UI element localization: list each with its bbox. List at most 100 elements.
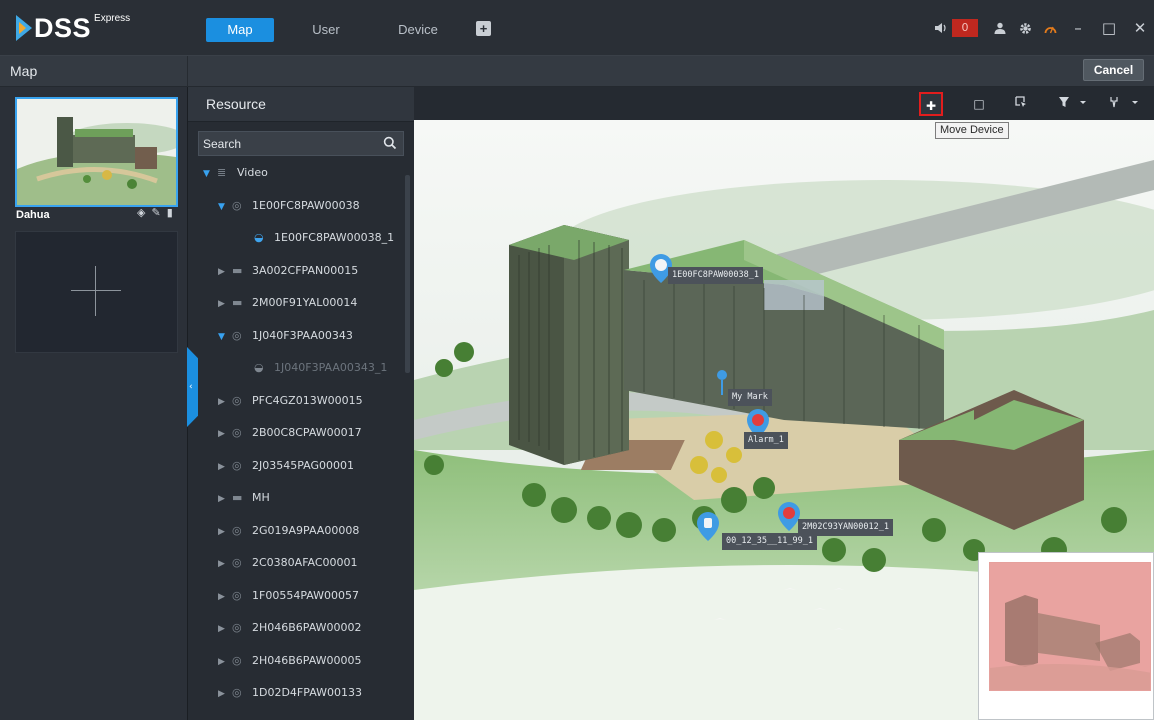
- tree-node[interactable]: ▶ ◎ 2J03545PAG00001: [218, 451, 354, 481]
- tree-node[interactable]: ▶ ◎ 2H046B6PAW00005: [218, 646, 362, 676]
- edit-icon[interactable]: ✎: [151, 206, 160, 219]
- tree-node[interactable]: ▼ ≣ Video: [203, 158, 268, 188]
- tree-node[interactable]: ▶ ◎ PFC4GZ013W00015: [218, 386, 363, 416]
- chevron-down-icon[interactable]: ▼: [218, 322, 232, 352]
- overview-minimap[interactable]: [978, 552, 1154, 720]
- tree-node-label: 1D02D4FPAW00133: [252, 686, 362, 699]
- cancel-button[interactable]: Cancel: [1083, 59, 1144, 81]
- add-tab-button[interactable]: +: [476, 21, 491, 36]
- tree-node-label: 2H046B6PAW00005: [252, 653, 362, 667]
- tab-device[interactable]: Device: [388, 18, 448, 42]
- tree-node[interactable]: ▶ ◎ 2C0380AFAC00001: [218, 548, 358, 578]
- maximize-icon[interactable]: □: [1095, 17, 1123, 39]
- logo-brand: DSS: [34, 13, 92, 43]
- search-box: [198, 131, 404, 156]
- dome-camera-icon: ◒: [254, 361, 264, 374]
- tree-node-label: 1F00554PAW00057: [252, 588, 360, 602]
- tree-scrollbar[interactable]: [405, 175, 410, 373]
- tree-node[interactable]: ▶ ▬ 2M00F91YAL00014: [218, 288, 357, 318]
- tree-node-label: 1J040F3PAA00343: [252, 328, 353, 342]
- chevron-right-icon[interactable]: ▶: [218, 452, 232, 482]
- tree-node-label: Video: [237, 166, 268, 179]
- viewport-indicator[interactable]: [989, 562, 1151, 691]
- tree-node-label: 1J040F3PAA00343_1: [274, 361, 388, 374]
- map-header-bar: Map Cancel: [0, 56, 1154, 87]
- chevron-right-icon[interactable]: ▶: [218, 517, 232, 547]
- tag-icon[interactable]: ◈: [137, 206, 145, 219]
- map-marker-label[interactable]: My Mark: [728, 389, 772, 406]
- speaker-icon[interactable]: [930, 17, 952, 39]
- tree-node-label: 1E00FC8PAW00038: [252, 198, 360, 212]
- tree-node[interactable]: ◒ 1J040F3PAA00343_1: [240, 353, 387, 383]
- resource-panel: Resource ▼≣Video▼◎1E00FC8PAW00038◒1E00FC…: [188, 87, 414, 720]
- nvr-icon: ▬: [232, 296, 243, 309]
- tree-node-label: 2M00F91YAL00014: [252, 296, 358, 309]
- title-bar: DSS Express Map User Device + 0 – □ ✕: [0, 0, 1154, 56]
- user-icon[interactable]: [989, 17, 1011, 39]
- camera-device-icon: ◎: [232, 523, 242, 537]
- rectangle-select-icon[interactable]: □: [967, 92, 991, 116]
- dome-camera-icon: ◒: [254, 231, 264, 244]
- tab-map[interactable]: Map: [206, 18, 274, 42]
- search-icon[interactable]: [383, 136, 397, 150]
- chevron-right-icon[interactable]: ▶: [218, 387, 232, 417]
- alarm-count-badge[interactable]: 0: [952, 19, 978, 37]
- chevron-right-icon[interactable]: ▶: [218, 419, 232, 449]
- camera-device-icon: ◎: [232, 621, 242, 634]
- camera-device-icon: ◎: [232, 198, 242, 212]
- tab-user[interactable]: User: [298, 18, 354, 42]
- map-list-panel: Dahua ◈ ✎ ▮: [0, 87, 188, 720]
- tree-node[interactable]: ▶ ◎ 2H046B6PAW00002: [218, 613, 362, 643]
- tree-node[interactable]: ▶ ◎ 2G019A9PAA00008: [218, 516, 359, 546]
- tree-node[interactable]: ◒ 1E00FC8PAW00038_1: [240, 223, 394, 253]
- tree-node[interactable]: ▶ ◎ 1D02D4FPAW00133: [218, 678, 362, 708]
- tree-node-label: PFC4GZ013W00015: [252, 393, 363, 407]
- chevron-right-icon[interactable]: ▶: [218, 679, 232, 709]
- chevron-down-icon[interactable]: ▼: [218, 192, 232, 222]
- chevron-right-icon[interactable]: ▶: [218, 484, 232, 514]
- map-toolbar: ✚ □: [414, 87, 1154, 120]
- chevron-right-icon[interactable]: ▶: [218, 549, 232, 579]
- move-device-button[interactable]: ✚: [919, 92, 943, 116]
- camera-device-icon: ◎: [232, 588, 242, 602]
- camera-device-icon: ◎: [232, 653, 242, 667]
- minimize-icon[interactable]: –: [1064, 17, 1092, 39]
- delete-icon[interactable]: ▮: [167, 206, 173, 219]
- filter-dropdown[interactable]: [1054, 92, 1092, 116]
- chevron-right-icon[interactable]: ▶: [218, 582, 232, 612]
- map-thumbnail-image: [17, 99, 176, 205]
- map-marker-label[interactable]: Alarm_1: [744, 432, 788, 449]
- tree-node-label: 1E00FC8PAW00038_1: [274, 231, 395, 244]
- tree-node[interactable]: ▼ ◎ 1E00FC8PAW00038: [218, 191, 360, 221]
- title-bar-tools: 0 – □ ✕: [927, 14, 1154, 42]
- resource-header: Resource: [188, 87, 414, 122]
- map-marker-label[interactable]: 1E00FC8PAW00038_1: [668, 267, 763, 284]
- search-input[interactable]: [199, 132, 379, 155]
- divider: [187, 56, 188, 87]
- performance-gauge-icon[interactable]: [1039, 17, 1061, 39]
- chevron-down-icon[interactable]: ▼: [203, 159, 217, 189]
- chevron-right-icon[interactable]: ▶: [218, 289, 232, 319]
- chevron-right-icon[interactable]: ▶: [218, 614, 232, 644]
- resource-title: Resource: [206, 96, 266, 112]
- add-map-button[interactable]: [15, 231, 178, 353]
- map-marker-label[interactable]: 00_12_35__11_99_1: [722, 533, 817, 550]
- box-select-icon[interactable]: [1009, 92, 1033, 116]
- tree-node-label: 2H046B6PAW00002: [252, 621, 362, 634]
- gear-icon[interactable]: [1014, 17, 1036, 39]
- chevron-right-icon[interactable]: ▶: [218, 647, 232, 677]
- camera-device-icon: ◎: [232, 458, 242, 472]
- chevron-right-icon[interactable]: ▶: [218, 257, 232, 287]
- tree-node[interactable]: ▶ ▬ 3A002CFPAN00015: [218, 256, 358, 286]
- close-icon[interactable]: ✕: [1126, 17, 1154, 39]
- tree-node[interactable]: ▼ ◎ 1J040F3PAA00343: [218, 321, 353, 351]
- tree-node[interactable]: ▶ ◎ 2B00C8CPAW00017: [218, 418, 362, 448]
- tree-node-label: 2B00C8CPAW00017: [252, 426, 362, 439]
- collapse-panel-handle[interactable]: ‹: [187, 347, 198, 427]
- tree-node[interactable]: ▶ ◎ 1F00554PAW00057: [218, 581, 359, 611]
- map-canvas[interactable]: ✚ □ Move Device 1E00FC8PAW00038_1 My Mar…: [414, 87, 1154, 720]
- map-thumbnail[interactable]: [15, 97, 178, 207]
- layer-dropdown[interactable]: [1104, 92, 1144, 116]
- map-name: Dahua: [16, 209, 50, 221]
- tree-node[interactable]: ▶ ▬ MH: [218, 483, 270, 513]
